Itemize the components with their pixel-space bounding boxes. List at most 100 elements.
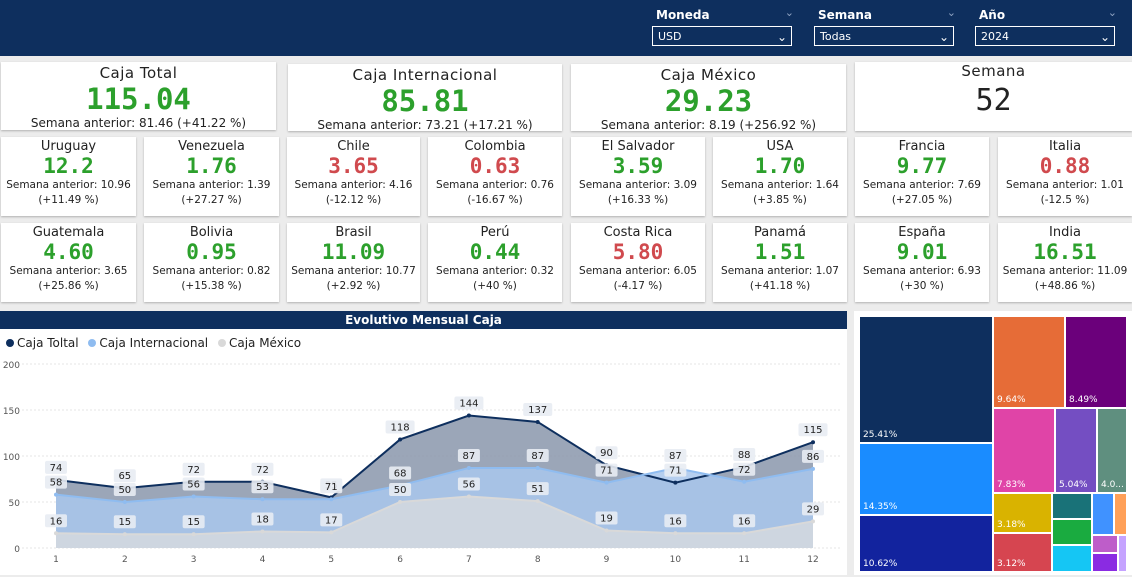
country-previous: Semana anterior: 10.96: [6, 179, 131, 191]
card-previous: Semana anterior: 73.21 (+17.21 %): [317, 118, 533, 132]
country-card[interactable]: Brasil 11.09 Semana anterior: 10.77 (+2.92 …: [287, 223, 420, 302]
treemap-tile[interactable]: 3.12%: [993, 533, 1052, 572]
treemap-tile[interactable]: 10.62%: [859, 515, 993, 572]
country-card[interactable]: Chile 3.65 Semana anterior: 4.16 (-12.12 %): [287, 137, 420, 216]
clear-selection-icon[interactable]: ⌄: [785, 6, 794, 19]
country-card[interactable]: India 16.51 Semana anterior: 11.09 (+48.86 …: [998, 223, 1132, 302]
data-point: [329, 530, 334, 535]
country-previous: Semana anterior: 6.05: [579, 265, 697, 277]
data-label: 56: [463, 479, 476, 490]
country-card[interactable]: Perú 0.44 Semana anterior: 0.32 (+40 %): [428, 223, 562, 302]
data-point: [122, 500, 127, 504]
y-tick-label: 0: [14, 545, 20, 555]
chevron-down-icon: ⌄: [938, 30, 949, 44]
caja-internacional-card[interactable]: Caja Internacional 85.81 Semana anterior…: [288, 64, 562, 132]
country-card[interactable]: Panamá 1.51 Semana anterior: 1.07 (+41.18 %…: [713, 223, 847, 302]
treemap-label: 3.18%: [997, 520, 1026, 530]
treemap-tile[interactable]: 3.18%: [993, 493, 1052, 533]
country-card[interactable]: Uruguay 12.2 Semana anterior: 10.96 (+11.49…: [1, 137, 136, 216]
country-name: Chile: [337, 139, 370, 154]
data-label: 68: [394, 468, 407, 479]
country-name: India: [1049, 225, 1081, 240]
card-previous: Semana anterior: 81.46 (+41.22 %): [30, 116, 247, 130]
data-point: [54, 492, 58, 497]
country-card[interactable]: Colombia 0.63 Semana anterior: 0.76 (-16.67…: [428, 137, 562, 216]
caja-total-card[interactable]: Caja Total 115.04 Semana anterior: 81.46…: [1, 62, 276, 130]
treemap-tile[interactable]: 8.49%: [1065, 316, 1127, 408]
treemap-tile[interactable]: [1052, 493, 1092, 519]
country-card[interactable]: Guatemala 4.60 Semana anterior: 3.65 (+25.8…: [1, 223, 136, 302]
x-tick-label: 6: [397, 555, 403, 565]
caja-mexico-card[interactable]: Caja México 29.23 Semana anterior: 8.19 …: [571, 64, 846, 132]
country-previous: Semana anterior: 0.76: [436, 179, 554, 191]
country-previous: Semana anterior: 1.39: [152, 179, 271, 191]
country-card[interactable]: Costa Rica 5.80 Semana anterior: 6.05 (-4.1…: [571, 223, 705, 302]
semana-label: Semana: [818, 8, 873, 22]
treemap-tile[interactable]: [1092, 493, 1114, 535]
card-value: 52: [975, 83, 1012, 118]
country-change: (-12.5 %): [1040, 194, 1090, 206]
treemap-tile[interactable]: [1052, 545, 1092, 572]
country-card[interactable]: Francia 9.77 Semana anterior: 7.69 (+27.05 …: [855, 137, 989, 216]
semana-card[interactable]: Semana 52: [855, 62, 1132, 131]
anio-dropdown[interactable]: 2024 ⌄: [975, 26, 1115, 46]
treemap-tile[interactable]: [1114, 493, 1127, 535]
data-label: 16: [50, 516, 63, 527]
treemap-label: 25.41%: [863, 430, 898, 440]
country-previous: Semana anterior: 11.09: [1002, 265, 1128, 277]
data-label: 16: [738, 516, 751, 527]
treemap-tile[interactable]: 7.83%: [993, 408, 1055, 493]
treemap-tile[interactable]: 14.35%: [859, 443, 993, 515]
data-point: [191, 532, 196, 537]
treemap-tile[interactable]: [1092, 553, 1118, 572]
treemap-tile[interactable]: [1092, 535, 1118, 553]
country-value: 5.80: [612, 240, 664, 264]
treemap-tile[interactable]: [1052, 519, 1092, 545]
country-change: (+30 %): [900, 280, 944, 292]
country-previous: Semana anterior: 0.32: [436, 265, 554, 277]
x-tick-label: 7: [466, 555, 472, 565]
country-change: (-12.12 %): [325, 194, 382, 206]
country-card[interactable]: El Salvador 3.59 Semana anterior: 3.09 (+16…: [571, 137, 705, 216]
data-label: 16: [669, 516, 682, 527]
country-name: Guatemala: [32, 225, 105, 240]
x-tick-label: 3: [191, 555, 197, 565]
treemap-tile[interactable]: 9.64%: [993, 316, 1065, 408]
treemap-label: 8.49%: [1069, 395, 1098, 405]
data-point: [191, 494, 196, 499]
country-change: (+41.18 %): [749, 280, 811, 292]
country-value: 12.2: [43, 154, 94, 178]
data-label: 71: [600, 466, 613, 477]
country-card[interactable]: USA 1.70 Semana anterior: 1.64 (+3.85 %): [713, 137, 847, 216]
country-change: (+2.92 %): [326, 280, 381, 292]
data-point: [811, 466, 815, 471]
x-tick-label: 10: [670, 555, 682, 565]
semana-dropdown[interactable]: Todas ⌄: [814, 26, 954, 46]
treemap-tile[interactable]: 4.0...: [1097, 408, 1127, 493]
country-name: Uruguay: [40, 139, 97, 154]
data-point: [260, 529, 265, 534]
treemap-label: 7.83%: [997, 480, 1026, 490]
data-label: 71: [325, 482, 338, 493]
country-card[interactable]: Venezuela 1.76 Semana anterior: 1.39 (+27.2…: [144, 137, 279, 216]
country-card[interactable]: Italia 0.88 Semana anterior: 1.01 (-12.5 %): [998, 137, 1132, 216]
country-name: Bolivia: [189, 225, 234, 240]
x-tick-label: 1: [53, 555, 59, 565]
x-tick-label: 8: [535, 555, 541, 565]
treemap-tile[interactable]: 5.04%: [1055, 408, 1097, 493]
clear-selection-icon[interactable]: ⌄: [1108, 6, 1117, 19]
data-point: [535, 499, 540, 504]
moneda-dropdown[interactable]: USD ⌄: [652, 26, 792, 46]
chevron-down-icon: ⌄: [1099, 30, 1110, 44]
country-card[interactable]: Bolivia 0.95 Semana anterior: 0.82 (+15.38 …: [144, 223, 279, 302]
country-card[interactable]: España 9.01 Semana anterior: 6.93 (+30 %): [855, 223, 989, 302]
data-point: [466, 494, 471, 499]
country-name: El Salvador: [601, 139, 675, 154]
clear-selection-icon[interactable]: ⌄: [947, 6, 956, 19]
country-value: 4.60: [43, 240, 94, 264]
treemap-tile[interactable]: 25.41%: [859, 316, 993, 443]
treemap-tile[interactable]: [1118, 535, 1127, 572]
data-point: [398, 437, 403, 442]
country-value: 1.70: [754, 154, 806, 178]
y-tick-label: 200: [3, 361, 20, 371]
